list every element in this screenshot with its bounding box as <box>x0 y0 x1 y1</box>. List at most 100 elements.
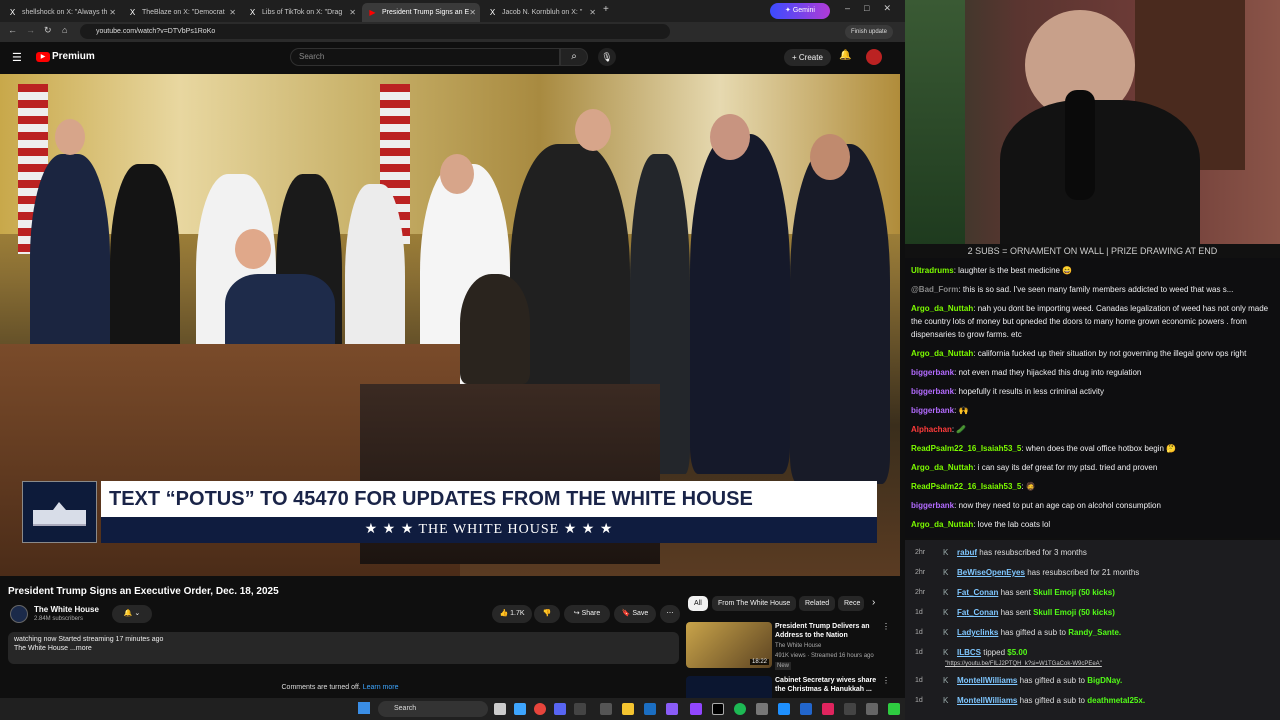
banner-subtext: ★ ★ ★ THE WHITE HOUSE ★ ★ ★ <box>101 517 877 543</box>
search-input[interactable]: Search <box>290 48 560 66</box>
browser-tab[interactable]: X TheBlaze on X: "Democrat ✕ <box>122 3 240 22</box>
event-username[interactable]: BeWiseOpenEyes <box>957 568 1025 577</box>
file-explorer-icon[interactable] <box>622 703 634 715</box>
chip-recent[interactable]: Rece <box>838 596 864 611</box>
channel-avatar[interactable] <box>10 605 28 623</box>
close-icon[interactable]: ✕ <box>349 3 356 22</box>
description-box[interactable]: watching now Started streaming 17 minute… <box>8 632 679 664</box>
search-button[interactable]: ⌕ <box>560 48 588 66</box>
event-username[interactable]: Fat_Conan <box>957 588 998 597</box>
chat-username[interactable]: Argo_da_Nuttah <box>911 520 973 529</box>
recommended-video[interactable]: 18:22 President Trump Delivers an Addres… <box>686 622 896 670</box>
reload-icon[interactable]: ↻ <box>44 25 52 36</box>
app-icon[interactable] <box>888 703 900 715</box>
chat-username[interactable]: Alphachan <box>911 425 952 434</box>
youtube-premium-logo[interactable]: Premium <box>52 51 95 62</box>
more-vert-icon[interactable]: ⋮ <box>882 676 890 685</box>
banner-text: TEXT “POTUS” TO 45470 FOR UPDATES FROM T… <box>101 481 877 517</box>
chat-username[interactable]: biggerbank <box>911 387 954 396</box>
new-tab-button[interactable]: + <box>603 4 609 15</box>
back-icon[interactable]: ← <box>8 25 17 35</box>
edge-icon[interactable] <box>514 703 526 715</box>
chat-username[interactable]: @Bad_Form <box>911 285 958 294</box>
twitch-icon[interactable] <box>690 703 702 715</box>
event-text: BeWiseOpenEyes has resubscribed for 21 m… <box>957 564 1139 582</box>
app-icon[interactable] <box>866 703 878 715</box>
chevron-right-icon[interactable]: › <box>872 597 875 608</box>
app-icon[interactable] <box>574 703 586 715</box>
channel-name[interactable]: The White House <box>34 605 99 614</box>
chat-username[interactable]: ReadPsalm22_16_Isaiah53_5 <box>911 482 1021 491</box>
chat-username[interactable]: biggerbank <box>911 406 954 415</box>
browser-tab[interactable]: X Libs of TikTok on X: "Drag ✕ <box>242 3 360 22</box>
chat-username[interactable]: Argo_da_Nuttah <box>911 304 973 313</box>
gemini-button[interactable]: ✦ Gemini <box>770 3 830 19</box>
steam-icon[interactable] <box>644 703 656 715</box>
x-icon: X <box>9 8 16 17</box>
event-username[interactable]: MontellWilliams <box>957 696 1017 705</box>
event-row: 1d K Fat_Conan has sent Skull Emoji (50 ki… <box>905 604 1280 622</box>
save-button[interactable]: 🔖 Save <box>614 605 656 623</box>
close-icon[interactable]: ✕ <box>229 3 236 22</box>
window-controls[interactable]: –□✕ <box>845 3 905 14</box>
browser-tab-active[interactable]: ▶ President Trump Signs an E ✕ <box>362 3 480 22</box>
forward-icon[interactable]: → <box>26 25 35 35</box>
discord-icon[interactable] <box>554 703 566 715</box>
chat-username[interactable]: biggerbank <box>911 368 954 377</box>
mic-icon[interactable]: 🎙 <box>598 48 616 66</box>
tip-link[interactable]: "https://youtu.be/FILJ2PTQH_k?si=W1TGaCo… <box>945 655 1102 673</box>
app-icon[interactable] <box>778 703 790 715</box>
windows-start-icon[interactable] <box>358 702 370 714</box>
app-icon[interactable] <box>822 703 834 715</box>
event-username[interactable]: rabuf <box>957 548 977 557</box>
taskbar-search[interactable]: Search <box>378 701 488 717</box>
more-vert-icon[interactable]: ⋮ <box>882 622 890 631</box>
app-icon[interactable] <box>844 703 856 715</box>
event-username[interactable]: MontellWilliams <box>957 676 1017 685</box>
subscribe-bell-button[interactable]: 🔔 ⌄ <box>112 605 152 623</box>
duration-badge: 18:22 <box>750 659 770 665</box>
event-username[interactable]: Fat_Conan <box>957 608 998 617</box>
chat-username[interactable]: biggerbank <box>911 501 954 510</box>
youtube-logo-icon[interactable]: ▶ <box>36 52 50 62</box>
close-icon[interactable]: ✕ <box>109 3 116 22</box>
description-text: The White House ...more <box>14 645 92 652</box>
chat-username[interactable]: Argo_da_Nuttah <box>911 463 973 472</box>
browser-tab[interactable]: Xshellshock on X: "Always th ✕ <box>2 3 120 22</box>
recommended-video[interactable]: Cabinet Secretary wives share the Christ… <box>686 676 896 698</box>
thumbs-down-icon: 👎 <box>542 610 552 617</box>
event-username[interactable]: Ladyclinks <box>957 628 998 637</box>
chrome-icon[interactable] <box>534 703 546 715</box>
avatar[interactable] <box>866 49 882 65</box>
menu-icon[interactable]: ☰ <box>12 51 22 64</box>
notifications-bell-icon[interactable]: 🔔 <box>839 50 851 61</box>
close-icon[interactable]: ✕ <box>589 3 596 22</box>
spotify-icon[interactable] <box>734 703 746 715</box>
finish-update-button[interactable]: Finish update <box>845 25 894 39</box>
plus-icon: + <box>792 53 799 62</box>
task-view-icon[interactable] <box>494 703 506 715</box>
white-house-logo <box>22 481 97 543</box>
home-icon[interactable]: ⌂ <box>62 25 67 35</box>
chip-from-channel[interactable]: From The White House <box>712 596 797 611</box>
chat-text: this is so sad. I've seen many family me… <box>962 285 1234 294</box>
chat-username[interactable]: Argo_da_Nuttah <box>911 349 973 358</box>
terminal-icon[interactable] <box>600 703 612 715</box>
share-button[interactable]: ↪ Share <box>564 605 610 623</box>
chat-username[interactable]: Ultradrums <box>911 266 954 275</box>
x-app-icon[interactable] <box>712 703 724 715</box>
app-icon[interactable] <box>666 703 678 715</box>
browser-tab[interactable]: X Jacob N. Kornbluh on X: " ✕ <box>482 3 600 22</box>
chat-username[interactable]: ReadPsalm22_16_Isaiah53_5 <box>911 444 1021 453</box>
close-icon[interactable]: ✕ <box>469 3 476 22</box>
like-button[interactable]: 👍 1.7K <box>492 605 532 623</box>
app-icon[interactable] <box>756 703 768 715</box>
address-bar[interactable]: youtube.com/watch?v=DTVbPs1RoKo <box>80 24 670 39</box>
chip-related[interactable]: Related <box>799 596 836 611</box>
create-button[interactable]: + Create <box>784 49 831 66</box>
chip-all[interactable]: All <box>688 596 708 611</box>
more-options-button[interactable]: ⋯ <box>660 605 680 623</box>
learn-more-link[interactable]: Learn more <box>363 684 399 691</box>
dislike-button[interactable]: 👎 <box>534 605 560 623</box>
app-icon[interactable] <box>800 703 812 715</box>
